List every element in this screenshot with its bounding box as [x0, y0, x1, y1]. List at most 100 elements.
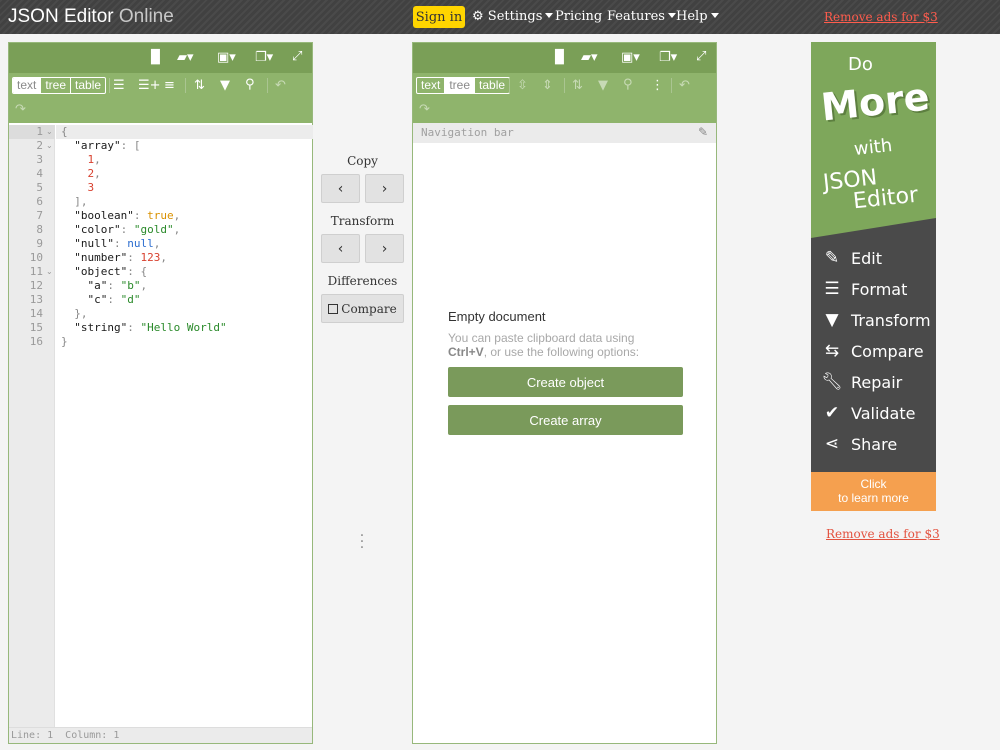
nav-help-label: Help — [676, 9, 708, 24]
mode-tree-tab[interactable]: tree — [41, 78, 72, 93]
mode-text-tab[interactable]: text — [13, 78, 42, 93]
filter-icon[interactable]: ▼ — [220, 78, 230, 94]
nav-settings[interactable]: ⚙ Settings — [472, 9, 554, 24]
hint-line-2: , or use the following options: — [483, 345, 640, 359]
code-line: } — [61, 335, 68, 348]
toolbar-divider — [267, 78, 268, 93]
redo-icon[interactable]: ↷ — [419, 102, 430, 118]
ad-feature-label: Share — [851, 434, 898, 454]
compare-button[interactable]: Compare — [321, 294, 404, 323]
ad-do-text: Do — [848, 54, 873, 75]
create-object-button[interactable]: Create object — [448, 367, 683, 397]
status-bar: Line: 1 Column: 1 — [9, 727, 312, 743]
compare-label: Compare — [341, 301, 397, 316]
caret-down-icon — [667, 13, 676, 18]
right-toolbar: text tree table ⇳ ⇕ ⇅ ▼ ⚲ ⋮ ↶ ↷ — [413, 73, 716, 123]
empty-document-hint: You can paste clipboard data using Ctrl+V… — [448, 331, 688, 359]
expand-all-icon[interactable]: ⇳ — [517, 78, 528, 94]
mode-table-tab[interactable]: table — [71, 78, 105, 93]
empty-document-title: Empty document — [448, 309, 546, 324]
sign-in-button[interactable]: Sign in — [413, 6, 465, 28]
copy-right-button[interactable]: › — [365, 174, 404, 203]
copy-left-button[interactable]: ‹ — [321, 174, 360, 203]
navigation-bar[interactable]: Navigation bar ✎ — [413, 123, 716, 143]
ad-feature-label: Validate — [851, 403, 916, 423]
format-plus-icon[interactable]: ☰+ — [138, 78, 161, 94]
ad-cta-button[interactable]: Click to learn more — [811, 472, 936, 511]
filter-icon[interactable]: ▼ — [598, 78, 608, 94]
ad-cta-line-1: Click — [860, 477, 887, 491]
copy-icon[interactable]: ❐▾ — [255, 50, 273, 66]
transform-right-button[interactable]: › — [365, 234, 404, 263]
save-icon[interactable]: ▣▾ — [217, 50, 236, 66]
sort-icon[interactable]: ⇅ — [194, 78, 205, 94]
mode-text-tab[interactable]: text — [417, 78, 446, 93]
compact-icon[interactable]: ≡ — [164, 78, 175, 94]
mode-tree-tab[interactable]: tree — [445, 78, 476, 93]
new-document-icon[interactable]: ▉ — [555, 50, 565, 66]
active-line-highlight — [56, 125, 313, 139]
fullscreen-icon[interactable]: ⤢ — [696, 49, 706, 65]
checkmark-icon: ✔ — [824, 403, 840, 423]
fullscreen-icon[interactable]: ⤢ — [292, 49, 302, 65]
format-lines-icon: ☰ — [824, 279, 840, 299]
line-number: 7 — [36, 209, 43, 222]
toolbar-divider — [185, 78, 186, 93]
filter-icon: ▼ — [825, 310, 839, 330]
redo-icon[interactable]: ↷ — [15, 102, 26, 118]
remove-ads-link-bottom[interactable]: Remove ads for $3 — [826, 527, 940, 541]
left-toolbar: text tree table ☰ ☰+ ≡ ⇅ ▼ ⚲ ↶ ↷ — [9, 73, 312, 123]
line-number: 1 — [36, 125, 43, 138]
transform-left-button[interactable]: ‹ — [321, 234, 360, 263]
code-line: "color": "gold", — [74, 223, 181, 236]
save-icon[interactable]: ▣▾ — [621, 50, 640, 66]
ad-feature-label: Format — [851, 279, 908, 299]
pencil-icon: ✎ — [824, 248, 840, 268]
chevron-left-icon: ‹ — [337, 240, 344, 257]
mode-table-tab[interactable]: table — [475, 78, 509, 93]
create-array-button[interactable]: Create array — [448, 405, 683, 435]
chevron-left-icon: ‹ — [337, 180, 344, 197]
format-icon[interactable]: ☰ — [113, 78, 125, 94]
line-number: 3 — [36, 153, 43, 166]
compare-arrows-icon: ⇆ — [824, 341, 840, 361]
code-line: 1, — [87, 153, 101, 166]
code-line: "c": "d" — [87, 293, 141, 306]
search-icon[interactable]: ⚲ — [245, 77, 255, 93]
caret-down-icon — [545, 13, 554, 18]
chevron-right-icon: › — [381, 240, 388, 257]
right-mode-switch: text tree table — [416, 77, 511, 94]
open-folder-icon[interactable]: ▰▾ — [177, 50, 194, 66]
line-number: 11 — [29, 265, 43, 278]
edit-icon[interactable]: ✎ — [698, 123, 708, 142]
nav-features[interactable]: Features — [607, 9, 676, 24]
code-line: ], — [74, 195, 88, 208]
nav-pricing[interactable]: Pricing — [555, 9, 602, 24]
toolbar-divider — [509, 78, 510, 93]
hint-shortcut: Ctrl+V — [448, 345, 484, 359]
code-line: }, — [74, 307, 88, 320]
remove-ads-link-top[interactable]: Remove ads for $3 — [824, 10, 938, 24]
nav-features-label: Features — [607, 9, 665, 24]
line-number: 14 — [29, 307, 43, 320]
fold-chevron-icon[interactable]: ⌄ — [46, 139, 53, 153]
app-logo[interactable]: JSON Editor Online — [8, 6, 174, 28]
more-options-icon[interactable]: ⋮ — [651, 78, 664, 94]
line-number: 10 — [29, 251, 43, 264]
copy-icon[interactable]: ❐▾ — [659, 50, 677, 66]
fold-chevron-icon[interactable]: ⌄ — [46, 125, 53, 139]
ad-banner[interactable]: Do More with JSON Editor ✎ Edit ☰ Format ▼… — [811, 42, 936, 511]
code-line: "null": null, — [74, 237, 161, 250]
new-document-icon[interactable]: ▉ — [151, 50, 161, 66]
undo-icon[interactable]: ↶ — [275, 78, 286, 94]
nav-help[interactable]: Help — [676, 9, 719, 24]
fold-chevron-icon[interactable]: ⌄ — [46, 265, 53, 279]
line-number: 8 — [36, 223, 43, 236]
share-icon: ⋖ — [824, 434, 840, 454]
search-icon[interactable]: ⚲ — [623, 77, 633, 93]
sort-icon[interactable]: ⇅ — [572, 78, 583, 94]
open-folder-icon[interactable]: ▰▾ — [581, 50, 598, 66]
collapse-all-icon[interactable]: ⇕ — [542, 78, 553, 94]
undo-icon[interactable]: ↶ — [679, 78, 690, 94]
drag-handle-icon[interactable]: · · · — [359, 529, 365, 555]
